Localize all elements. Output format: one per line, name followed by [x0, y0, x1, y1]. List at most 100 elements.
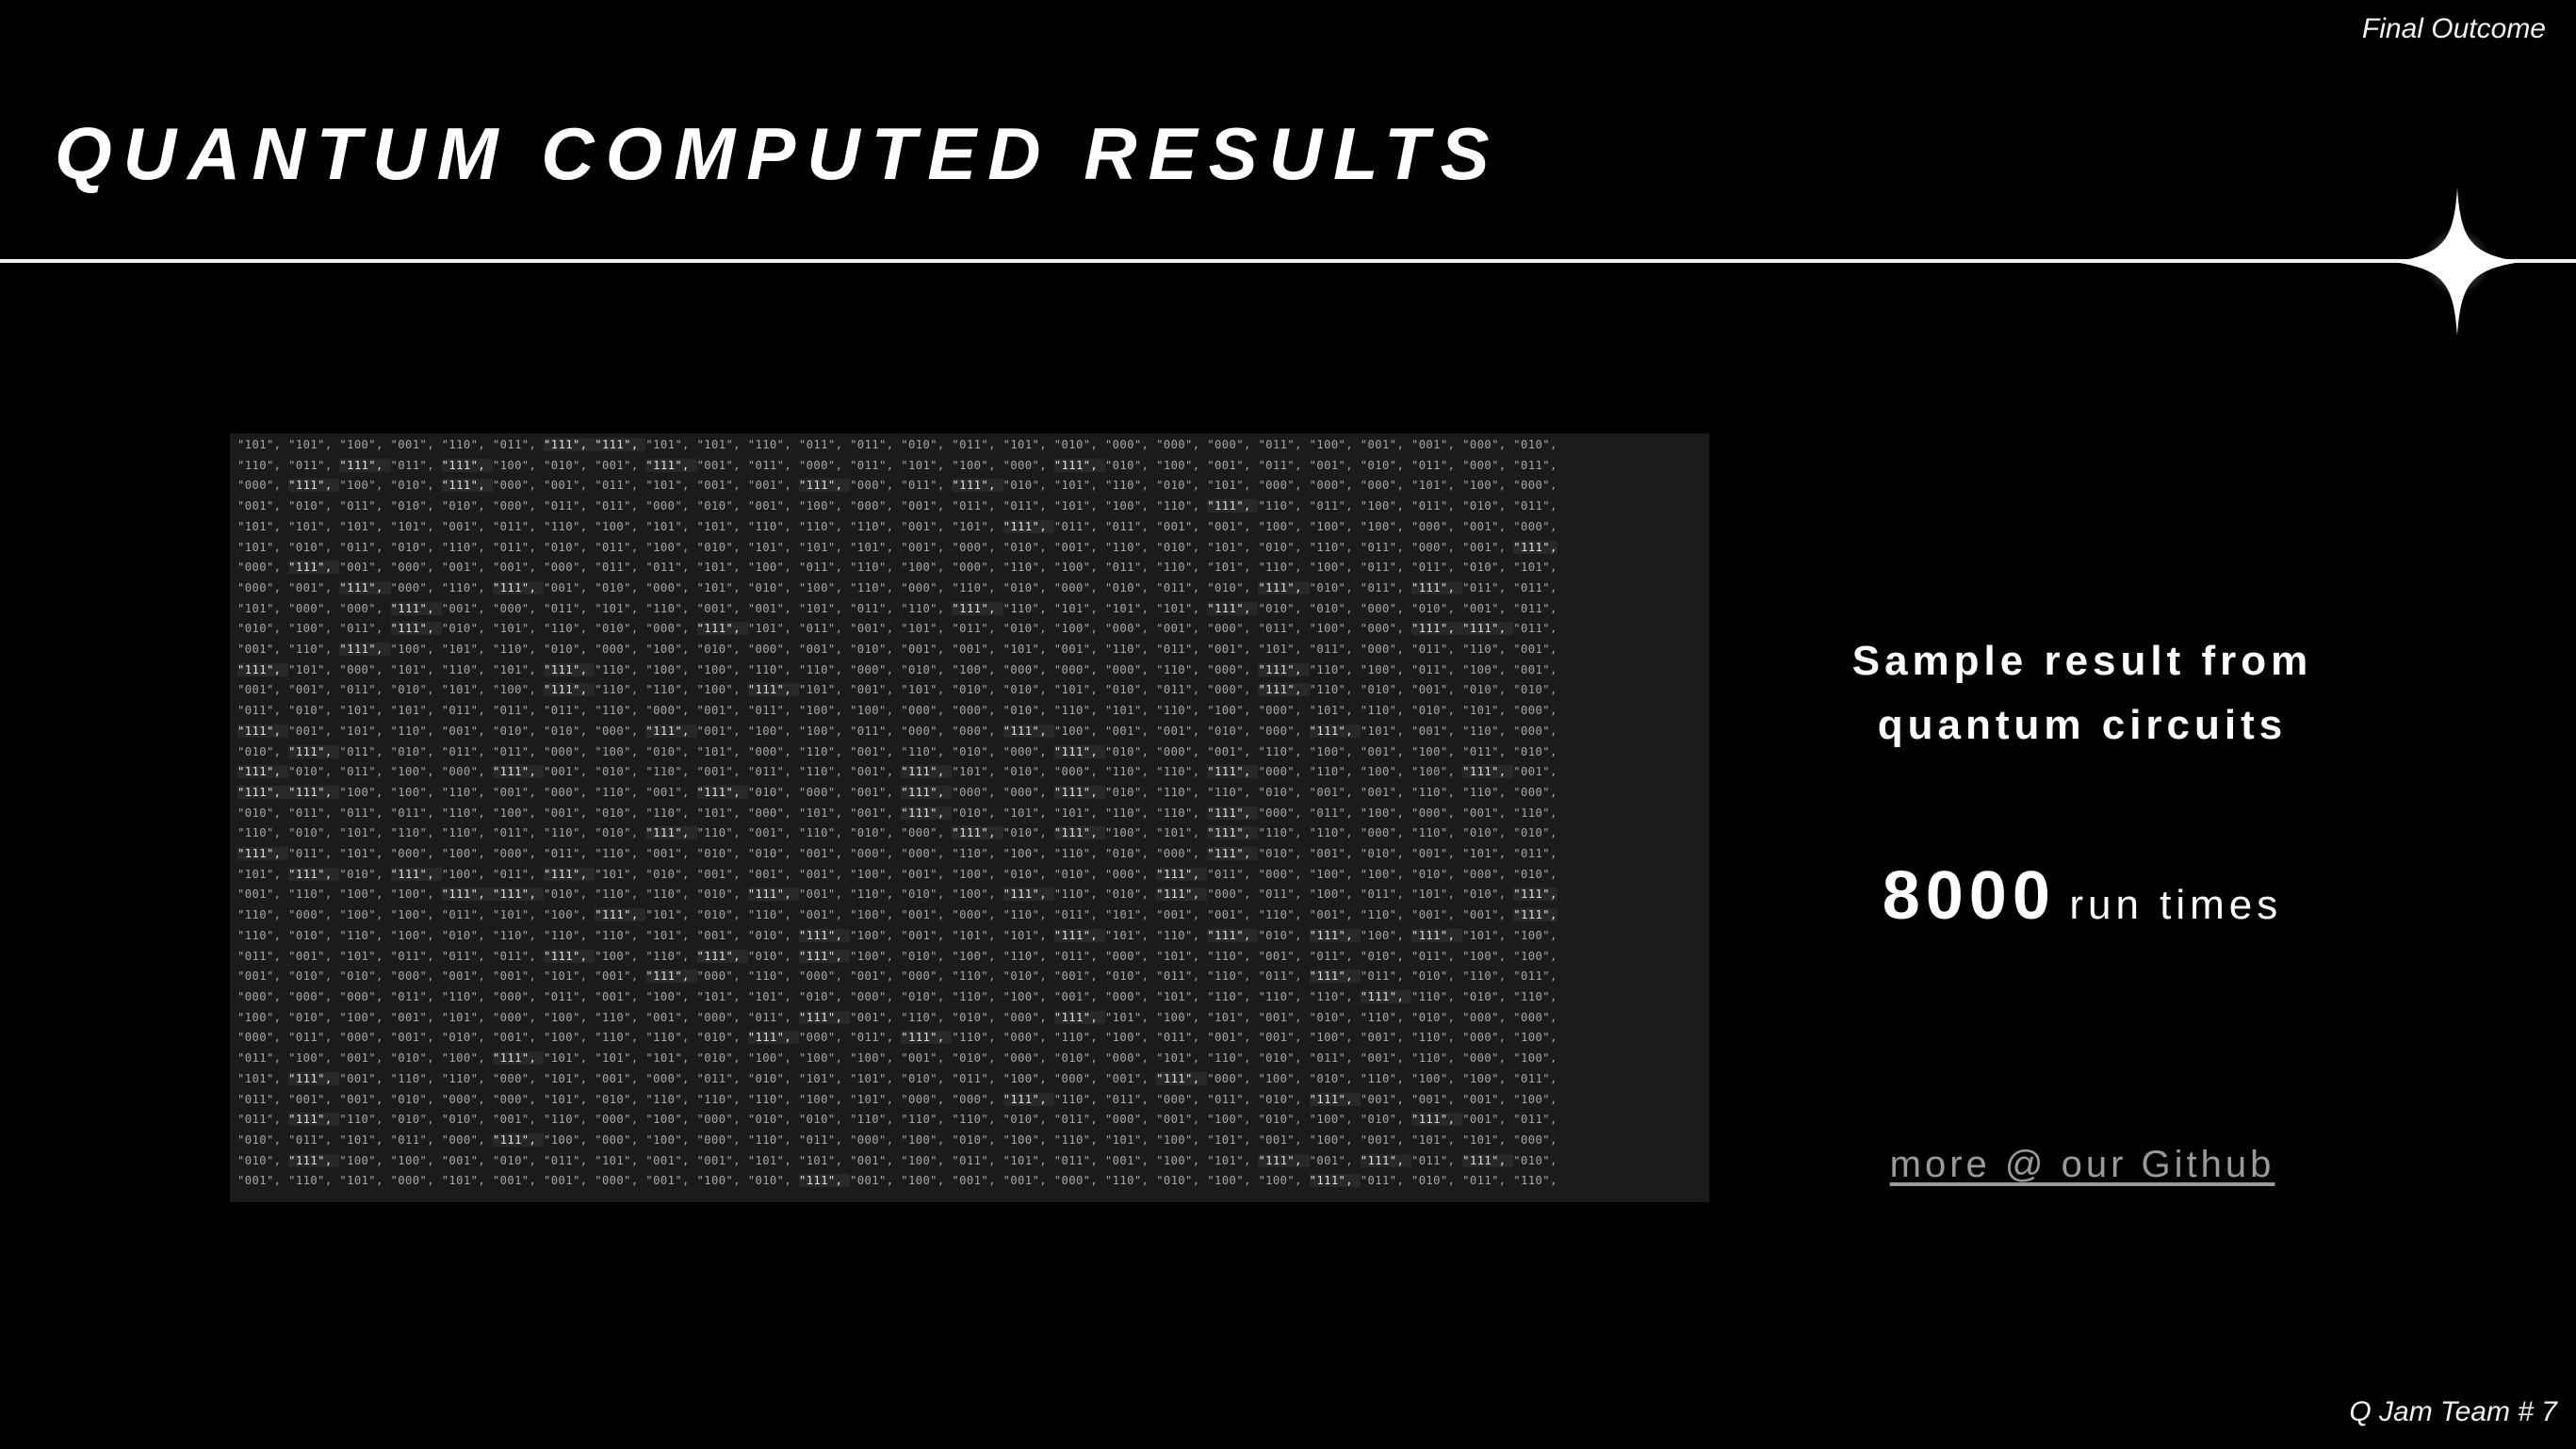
result-value: "001",: [1258, 1031, 1310, 1045]
result-value: "110",: [288, 1174, 340, 1188]
result-value: "011",: [288, 847, 340, 861]
result-value: "110",: [1053, 847, 1105, 861]
result-value: "011",: [492, 826, 545, 840]
result-value: "000",: [1258, 724, 1310, 738]
result-value: "100",: [339, 1153, 391, 1167]
result-value: "010",: [747, 949, 799, 963]
result-row: "101", "000", "000", "111", "001", "000"…: [237, 599, 1702, 620]
result-value: "100",: [747, 561, 799, 575]
result-value: "001",: [1309, 458, 1361, 472]
result-value: "010",: [952, 683, 1003, 697]
result-value: "010",: [1360, 949, 1411, 963]
result-value: "110",: [850, 580, 902, 594]
result-value: "011",: [1156, 683, 1208, 697]
result-value: "100",: [1462, 1071, 1514, 1085]
result-value: "101",: [645, 928, 697, 942]
result-value: "010",: [1309, 580, 1361, 594]
result-row: "110", "010", "110", "100", "010", "110"…: [237, 926, 1702, 947]
result-value: "111",: [492, 1132, 545, 1147]
result-value: "000",: [952, 908, 1003, 922]
result-value: "101",: [747, 540, 799, 554]
result-value: "000",: [339, 601, 391, 615]
result-value: "011",: [1410, 643, 1463, 657]
result-value: "001",: [390, 1031, 442, 1045]
result-value: "110",: [1513, 806, 1557, 820]
result-value: "101",: [1104, 704, 1157, 718]
result-value: "111",: [645, 826, 697, 840]
result-value: "001",: [1360, 744, 1411, 758]
result-value: "011",: [850, 1031, 902, 1045]
result-value: "001",: [1104, 724, 1157, 738]
result-value: "111",: [544, 867, 595, 881]
result-value: "000",: [1053, 1174, 1105, 1188]
result-value: "111",: [1207, 601, 1259, 615]
result-value: "011",: [1053, 1153, 1105, 1167]
result-value: "001",: [850, 1010, 902, 1024]
result-value: "101",: [696, 806, 748, 820]
result-value: "111",: [390, 622, 442, 636]
result-value: "000",: [952, 540, 1003, 554]
result-value: "010",: [747, 1071, 799, 1085]
result-value: "111",: [1156, 887, 1208, 902]
result-value: "111",: [544, 438, 595, 451]
result-value: "100",: [288, 622, 340, 636]
result-value: "110",: [544, 622, 595, 636]
result-value: "110",: [850, 1113, 902, 1127]
result-value: "101",: [696, 989, 748, 1003]
result-value: "011",: [492, 867, 545, 881]
result-value: "100",: [901, 1174, 953, 1188]
result-value: "110",: [645, 949, 697, 963]
result-value: "001",: [390, 1010, 442, 1024]
result-value: "101",: [544, 969, 595, 984]
result-value: "010",: [952, 744, 1003, 758]
result-value: "111",: [696, 785, 748, 799]
result-value: "000",: [798, 458, 851, 472]
result-row: "010", "111", "100", "100", "001", "010"…: [237, 1151, 1702, 1172]
result-value: "100",: [1156, 458, 1208, 472]
result-value: "011",: [1053, 519, 1105, 533]
result-value: "111",: [595, 908, 646, 922]
result-value: "001",: [850, 683, 902, 697]
result-value: "111",: [288, 867, 340, 881]
result-value: "000",: [492, 1010, 545, 1024]
result-value: "010",: [696, 1031, 748, 1045]
result-value: "001",: [288, 580, 340, 594]
result-value: "000",: [1003, 785, 1054, 799]
result-value: "100",: [1513, 928, 1557, 942]
result-value: "101",: [1410, 479, 1463, 493]
result-value: "101",: [1104, 1132, 1157, 1147]
github-link[interactable]: more @ our Github: [1771, 1144, 2393, 1186]
result-value: "011",: [237, 1051, 289, 1066]
result-row: "001", "010", "010", "000", "001", "001"…: [237, 967, 1702, 987]
result-value: "100",: [1053, 724, 1105, 738]
result-row: "000", "000", "000", "011", "110", "000"…: [237, 987, 1702, 1008]
result-value: "001",: [901, 643, 953, 657]
result-value: "011",: [850, 724, 902, 738]
result-value: "111",: [492, 887, 545, 902]
result-value: "011",: [1053, 908, 1105, 922]
header-divider: [0, 259, 2576, 263]
result-value: "100",: [1360, 662, 1411, 676]
result-value: "000",: [850, 662, 902, 676]
result-value: "011",: [798, 1132, 851, 1147]
result-value: "100",: [237, 1010, 289, 1024]
result-value: "001",: [696, 765, 748, 779]
result-value: "100",: [1309, 867, 1361, 881]
result-value: "110",: [747, 1092, 799, 1106]
result-row: "011", "001", "101", "011", "011", "011"…: [237, 947, 1702, 968]
result-value: "111",: [339, 643, 391, 657]
result-value: "011",: [1258, 969, 1310, 984]
result-value: "011",: [1360, 887, 1411, 902]
result-value: "111",: [1309, 928, 1361, 942]
result-value: "001",: [1410, 683, 1463, 697]
result-value: "010",: [1156, 479, 1208, 493]
result-row: "110", "010", "101", "110", "110", "011"…: [237, 823, 1702, 844]
result-value: "101",: [339, 1132, 391, 1147]
result-value: "010",: [288, 499, 340, 513]
result-value: "100",: [952, 867, 1003, 881]
run-count-stat: 8000 run times: [1771, 857, 2393, 935]
result-value: "001",: [492, 785, 545, 799]
sample-results-screenshot: "101", "101", "100", "001", "110", "011"…: [230, 433, 1709, 1202]
result-value: "010",: [1258, 1051, 1310, 1066]
result-value: "001",: [747, 826, 799, 840]
